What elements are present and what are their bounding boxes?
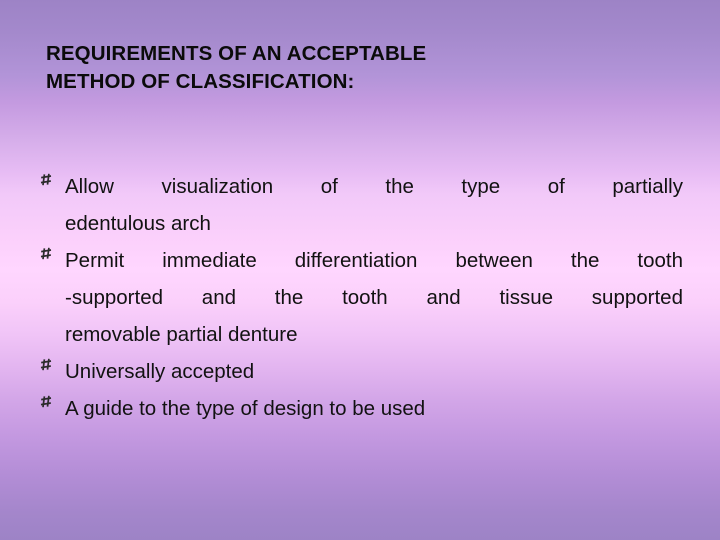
slide-title-line-1: REQUIREMENTS OF AN ACCEPTABLE <box>46 42 427 65</box>
list-item-line: Permit immediate differentiation between… <box>65 249 683 272</box>
list-item: Universally accepted <box>38 353 683 390</box>
wingdings-hash-bullet-icon <box>38 172 56 190</box>
list-item: A guide to the type of design to be used <box>38 390 683 427</box>
wingdings-hash-bullet-icon <box>38 246 56 264</box>
list-item-line: Allow visualization of the type of parti… <box>65 175 683 198</box>
list-item-text: Permit immediate differentiation between… <box>65 242 683 353</box>
list-item-line: A guide to the type of design to be used <box>65 397 426 420</box>
wingdings-hash-bullet-icon <box>38 357 56 375</box>
list-item-text: Allow visualization of the type of parti… <box>65 168 683 242</box>
list-item-line: -supported and the tooth and tissue supp… <box>65 286 683 309</box>
slide-canvas: REQUIREMENTS OF AN ACCEPTABLE METHOD OF … <box>0 0 720 540</box>
slide-title: REQUIREMENTS OF AN ACCEPTABLE METHOD OF … <box>46 40 666 96</box>
slide-title-line-2: METHOD OF CLASSIFICATION: <box>46 70 355 93</box>
list-item-line: edentulous arch <box>65 212 211 235</box>
slide-bullet-list: Allow visualization of the type of parti… <box>38 168 683 427</box>
list-item-line: Universally accepted <box>65 360 255 383</box>
wingdings-hash-bullet-icon <box>38 394 56 412</box>
list-item-text: Universally accepted <box>65 353 683 390</box>
list-item: Allow visualization of the type of parti… <box>38 168 683 242</box>
list-item-line: removable partial denture <box>65 323 298 346</box>
list-item-text: A guide to the type of design to be used <box>65 390 683 427</box>
list-item: Permit immediate differentiation between… <box>38 242 683 353</box>
